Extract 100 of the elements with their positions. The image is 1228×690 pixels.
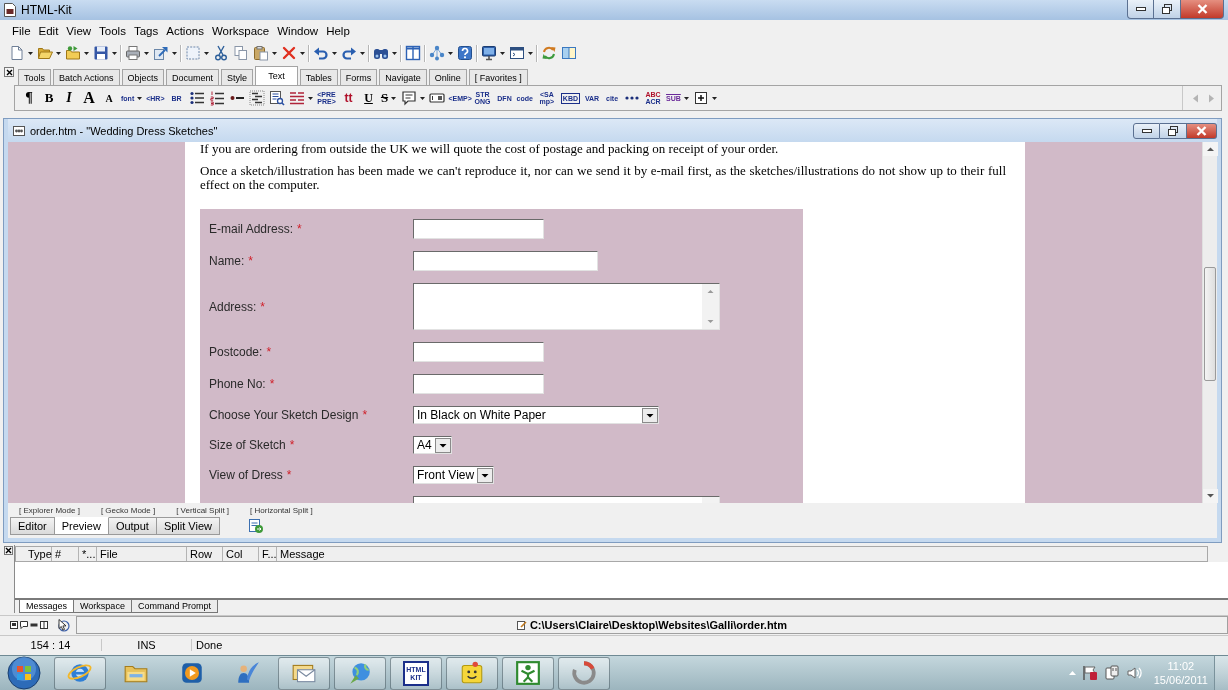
tab[interactable]: Navigate bbox=[379, 69, 427, 85]
tab[interactable]: Text bbox=[255, 66, 298, 85]
cursor-icon[interactable] bbox=[56, 617, 70, 632]
menu-item[interactable]: Help bbox=[322, 22, 354, 40]
close-button[interactable] bbox=[4, 67, 14, 77]
caret-icon bbox=[204, 51, 209, 55]
column-header[interactable]: Col bbox=[223, 547, 259, 561]
text-lines-icon bbox=[288, 90, 305, 106]
taskbar-button[interactable] bbox=[278, 656, 330, 690]
strikethrough-button[interactable]: S bbox=[378, 87, 399, 109]
column-header[interactable]: Message bbox=[277, 547, 325, 561]
text-field[interactable] bbox=[413, 374, 544, 394]
font-size-button[interactable]: A bbox=[99, 87, 119, 109]
view-mode-link[interactable]: [ Gecko Mode ] bbox=[100, 505, 156, 515]
tab[interactable]: [ Favorites ] bbox=[468, 69, 528, 85]
caret-icon bbox=[28, 51, 33, 55]
tab[interactable]: Preview bbox=[54, 517, 109, 535]
toolbar-button[interactable] bbox=[479, 43, 507, 63]
figure-feather-icon bbox=[235, 660, 261, 686]
text-field[interactable] bbox=[413, 342, 544, 362]
menu-item[interactable]: Tools bbox=[95, 22, 130, 40]
menu-item[interactable]: File bbox=[8, 22, 35, 40]
italic-button[interactable]: I bbox=[59, 87, 79, 109]
toolbar-button[interactable] bbox=[455, 43, 475, 63]
tab[interactable]: Messages bbox=[19, 600, 75, 613]
tab[interactable]: Document bbox=[166, 69, 220, 85]
document-title: order.htm - "Wedding Dress Sketches" bbox=[30, 124, 218, 137]
window-icon[interactable] bbox=[10, 620, 18, 629]
flag-icon[interactable] bbox=[1081, 665, 1098, 681]
scrollbar-thumb[interactable] bbox=[1204, 267, 1216, 381]
dropdown[interactable]: A4 bbox=[413, 436, 452, 454]
tab[interactable]: Batch Actions bbox=[53, 69, 120, 85]
minimize-button[interactable] bbox=[1133, 122, 1160, 139]
view-mode-link[interactable]: [ Explorer Mode ] bbox=[19, 505, 80, 515]
toolbar-button[interactable] bbox=[246, 87, 267, 109]
required-mark: * bbox=[362, 408, 368, 422]
menu-item[interactable]: Tags bbox=[129, 22, 163, 40]
text-field[interactable] bbox=[413, 251, 598, 271]
tab[interactable]: Editor bbox=[10, 517, 55, 535]
dropdown[interactable]: In Black on White Paper bbox=[413, 406, 659, 424]
column-header[interactable]: File bbox=[97, 547, 187, 561]
teletype-button[interactable]: tt bbox=[338, 87, 359, 109]
speech-bubble-icon[interactable] bbox=[20, 620, 28, 629]
taskbar-button[interactable] bbox=[54, 656, 106, 690]
tab[interactable]: Command Prompt bbox=[130, 600, 218, 613]
taskbar-button[interactable] bbox=[558, 656, 610, 690]
scrollbar[interactable] bbox=[702, 284, 719, 329]
tab[interactable]: Style bbox=[221, 69, 254, 85]
menu-item[interactable]: Edit bbox=[34, 22, 63, 40]
play-icon bbox=[179, 660, 205, 686]
dropdown[interactable]: Front View bbox=[413, 466, 495, 484]
tab[interactable]: Workspace bbox=[73, 600, 132, 613]
column-header[interactable]: Type bbox=[25, 547, 52, 561]
tab[interactable]: Online bbox=[428, 69, 467, 85]
caret-icon bbox=[112, 51, 117, 55]
tab[interactable]: Split View bbox=[156, 517, 220, 535]
window-title: HTML-Kit bbox=[21, 3, 72, 17]
text-area[interactable] bbox=[413, 283, 720, 330]
text-field-icon bbox=[428, 90, 445, 106]
text-area[interactable] bbox=[413, 496, 720, 503]
font-size-button[interactable]: A bbox=[79, 87, 99, 109]
tab[interactable]: Objects bbox=[121, 69, 165, 85]
stacked-cards-icon[interactable] bbox=[1103, 665, 1120, 681]
tab[interactable]: Tables bbox=[299, 69, 338, 85]
menu-item[interactable]: Window bbox=[273, 22, 323, 40]
scrollbar[interactable] bbox=[702, 497, 719, 503]
tab[interactable]: Output bbox=[108, 517, 157, 535]
text-field[interactable] bbox=[413, 219, 544, 239]
scrollbar[interactable] bbox=[1202, 142, 1217, 503]
monitor-icon bbox=[481, 45, 497, 61]
column-header[interactable]: *... bbox=[79, 547, 97, 561]
paragraph: Once a sketch/illustration has been made we can't reproduce it, nor can we send it by e-mail first, as the sketches/illustrations do not show up to their full effect on the computer. bbox=[200, 164, 1006, 192]
definition-list-icon bbox=[248, 90, 265, 106]
caret-icon bbox=[391, 96, 397, 100]
status-text: Done bbox=[195, 638, 224, 651]
document-arrow-icon[interactable] bbox=[248, 518, 264, 534]
underline-button[interactable]: U bbox=[358, 87, 379, 109]
tab[interactable]: Tools bbox=[18, 69, 51, 85]
bold-button[interactable]: B bbox=[39, 87, 59, 109]
taskbar-button[interactable] bbox=[502, 656, 554, 690]
columns-icon[interactable] bbox=[40, 620, 48, 629]
menu-item[interactable]: View bbox=[62, 22, 96, 40]
menu-item[interactable]: Workspace bbox=[207, 22, 274, 40]
view-mode-link[interactable]: [ Horizontal Split ] bbox=[250, 505, 313, 515]
tab[interactable]: Forms bbox=[339, 69, 378, 85]
view-mode-link[interactable]: [ Vertical Split ] bbox=[176, 505, 230, 515]
minimize-button[interactable] bbox=[1127, 0, 1154, 19]
menu-item[interactable]: Actions bbox=[162, 22, 208, 40]
dashed-box-icon bbox=[185, 45, 201, 61]
paragraph-button[interactable]: ¶ bbox=[19, 87, 39, 109]
taskbar-button[interactable] bbox=[446, 656, 498, 690]
restore-button[interactable] bbox=[1160, 122, 1187, 139]
column-header[interactable]: Row bbox=[187, 547, 223, 561]
taskbar-button[interactable] bbox=[334, 656, 386, 690]
close-button[interactable] bbox=[4, 546, 13, 555]
speaker-icon[interactable] bbox=[1125, 665, 1142, 681]
restore-button[interactable] bbox=[1154, 0, 1181, 19]
column-header[interactable]: # bbox=[52, 547, 79, 561]
column-header[interactable]: F... bbox=[259, 547, 277, 561]
network-icon bbox=[429, 45, 445, 61]
